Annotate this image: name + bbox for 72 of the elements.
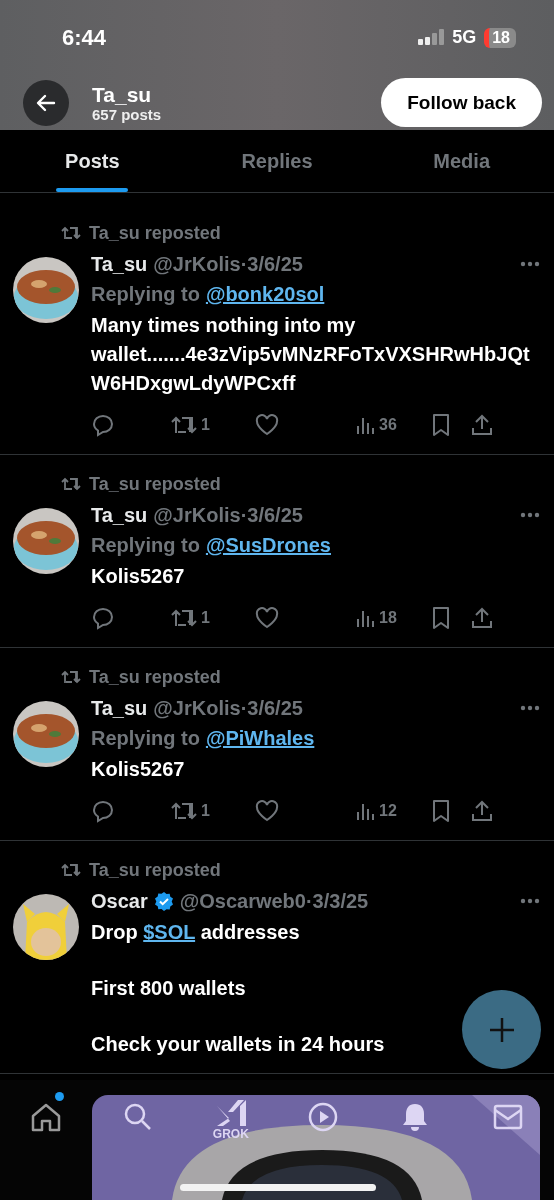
reply-icon[interactable] (91, 606, 115, 630)
repost-label: Ta_su reposted (89, 859, 221, 881)
replying-label: Replying to (91, 533, 200, 558)
repost-icon (61, 862, 81, 878)
more-icon[interactable] (520, 705, 540, 711)
tab[interactable]: Media (369, 130, 554, 192)
signal-icon (418, 27, 445, 48)
post-text: Kolis5267 (91, 757, 186, 782)
reply-icon[interactable] (91, 799, 115, 823)
back-arrow-icon (36, 93, 56, 112)
tab[interactable]: Replies (184, 130, 370, 192)
repost-count: 1 (201, 802, 210, 820)
status-time: 6:44 (62, 24, 107, 51)
post-count: 657 posts (92, 106, 163, 123)
post-text: First 800 wallets (91, 976, 247, 1001)
share-icon[interactable] (471, 799, 493, 823)
repost-count: 1 (201, 609, 210, 627)
cashtag-link[interactable]: $SOL (143, 921, 196, 943)
repost-label: Ta_su reposted (89, 473, 221, 495)
author-name: Oscar (91, 889, 148, 913)
repost-icon[interactable] (171, 607, 197, 629)
more-icon[interactable] (520, 898, 540, 904)
play-icon[interactable] (308, 1102, 339, 1132)
repost-label: Ta_su reposted (89, 666, 221, 688)
post-text: Drop $SOL addresses (91, 920, 301, 945)
post-text: Kolis5267 (91, 564, 186, 589)
heart-icon[interactable] (255, 800, 279, 822)
bookmark-icon[interactable] (431, 799, 451, 823)
replying-label: Replying to (91, 282, 200, 307)
author-name: Ta_su (91, 503, 148, 527)
handle-and-date: @JrKolis·3/6/25 (153, 696, 304, 720)
mention-link[interactable]: @SusDrones (205, 530, 331, 560)
grok-label[interactable]: GROK (212, 1127, 249, 1141)
repost-label: Ta_su reposted (89, 222, 221, 244)
reply-icon[interactable] (91, 413, 115, 437)
views-count: 18 (379, 609, 397, 627)
author-name: Ta_su (91, 696, 148, 720)
repost-icon (61, 669, 81, 685)
handle-and-date: @JrKolis·3/6/25 (153, 252, 304, 276)
tab[interactable]: Posts (0, 130, 185, 192)
follow-back-button[interactable]: Follow back (381, 78, 542, 127)
post-text: Many times nothing into my wallet.......4e3zVip5vMNzRFoTxVXSHRwHbJQtW6HDxgwLdyWPCxff (91, 313, 531, 396)
back-button[interactable] (23, 79, 69, 126)
mention-link[interactable]: @bonk20sol (205, 279, 325, 309)
bell-icon[interactable] (401, 1102, 430, 1132)
bookmark-icon[interactable] (431, 606, 451, 630)
repost-icon[interactable] (171, 800, 197, 822)
mention-link[interactable]: @PiWhales (205, 723, 315, 753)
home-icon[interactable] (30, 1102, 63, 1132)
repost-icon (61, 476, 81, 492)
heart-icon[interactable] (255, 607, 279, 629)
network-label: 5G (452, 27, 477, 48)
heart-icon[interactable] (255, 414, 279, 436)
replying-label: Replying to (91, 726, 200, 751)
more-icon[interactable] (520, 512, 540, 518)
share-icon[interactable] (471, 413, 493, 437)
handle-and-date: @JrKolis·3/6/25 (153, 503, 304, 527)
plus-icon (488, 1016, 515, 1043)
views-count: 12 (379, 802, 397, 820)
repost-icon[interactable] (171, 414, 197, 436)
handle-and-date: @Oscarweb0·3/3/25 (179, 889, 370, 913)
bookmark-icon[interactable] (431, 413, 451, 437)
profile-name: Ta_su (92, 82, 153, 107)
repost-icon (61, 225, 81, 241)
views-count: 36 (379, 416, 397, 434)
share-icon[interactable] (471, 606, 493, 630)
battery-indicator: 18 (484, 27, 516, 48)
more-icon[interactable] (520, 261, 540, 267)
mail-icon[interactable] (492, 1104, 523, 1130)
author-name: Ta_su (91, 252, 148, 276)
post-text: Check your wallets in 24 hours (91, 1032, 386, 1057)
repost-count: 1 (201, 416, 210, 434)
